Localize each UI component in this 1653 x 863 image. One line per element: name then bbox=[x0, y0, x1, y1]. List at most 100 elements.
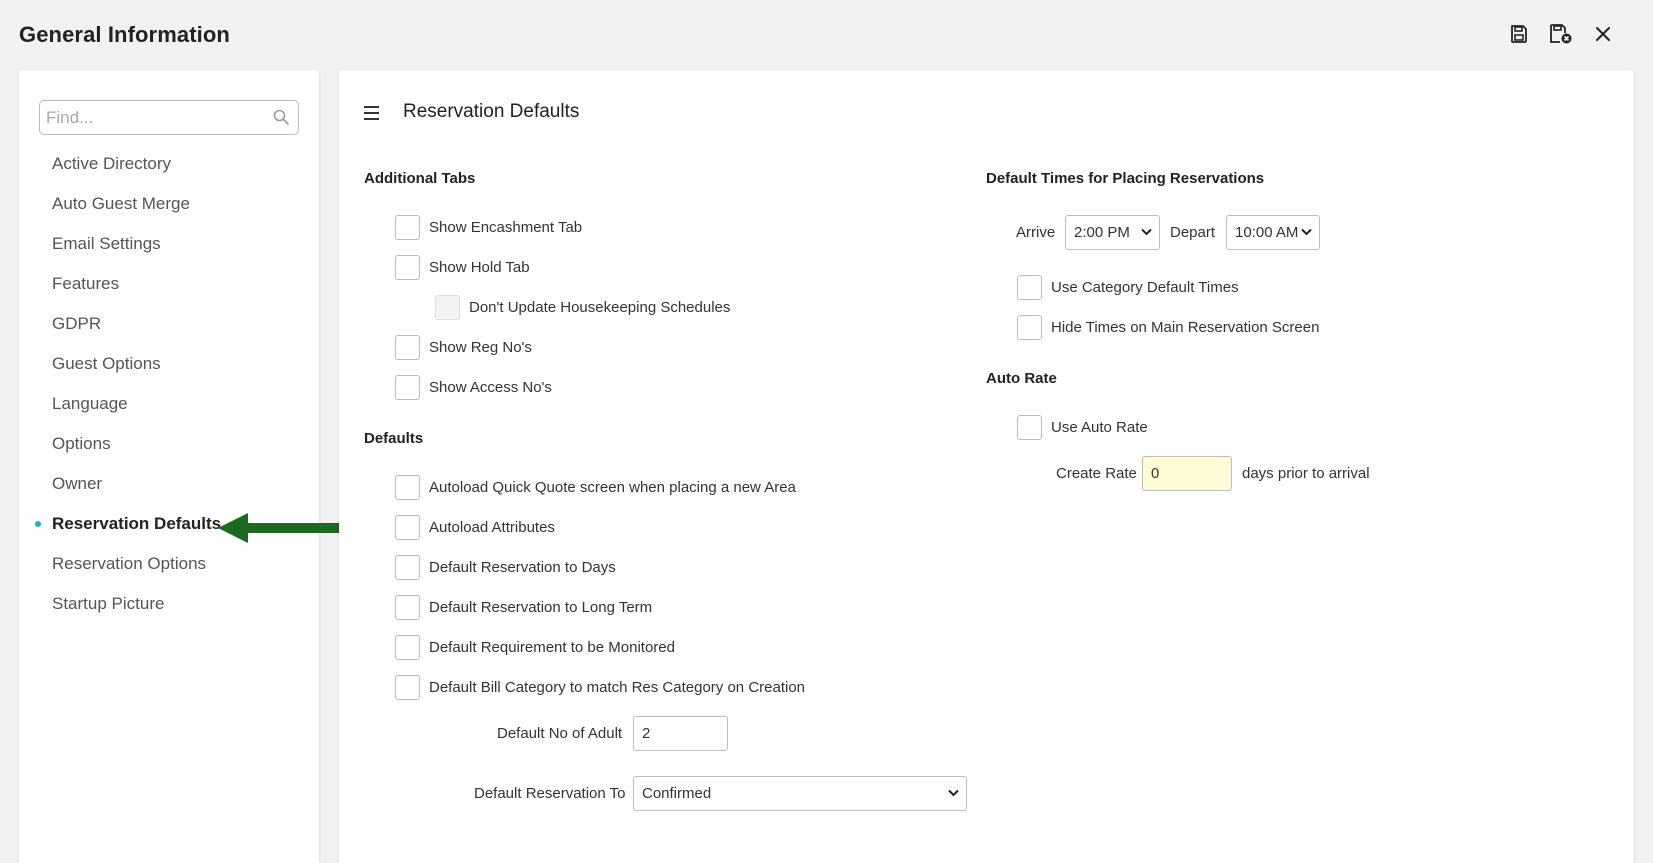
close-icon[interactable] bbox=[1591, 22, 1615, 46]
use-category-default-times-checkbox[interactable] bbox=[1017, 274, 1042, 300]
show-reg-nos-checkbox[interactable] bbox=[395, 334, 420, 360]
sidebar-item-reservation-options[interactable]: Reservation Options bbox=[19, 544, 319, 584]
defaults-heading: Defaults bbox=[364, 430, 424, 447]
hamburger-menu-icon[interactable] bbox=[364, 105, 382, 121]
sidebar-item-label: Owner bbox=[52, 474, 103, 493]
default-res-long-term-checkbox[interactable] bbox=[395, 594, 420, 620]
checkbox-label: Show Hold Tab bbox=[429, 258, 530, 276]
sidebar-item-owner[interactable]: Owner bbox=[19, 464, 319, 504]
sidebar-item-label: Auto Guest Merge bbox=[52, 194, 190, 213]
select-value: 2:00 PM bbox=[1074, 224, 1130, 241]
sidebar-item-options[interactable]: Options bbox=[19, 424, 319, 464]
days-prior-label: days prior to arrival bbox=[1242, 465, 1370, 482]
chevron-down-icon bbox=[948, 789, 959, 797]
autoload-quick-quote-checkbox[interactable] bbox=[395, 474, 420, 500]
use-category-default-times-row[interactable]: Use Category Default Times bbox=[1017, 273, 1239, 301]
sidebar-item-features[interactable]: Features bbox=[19, 264, 319, 304]
default-res-days-row[interactable]: Default Reservation to Days bbox=[395, 553, 616, 581]
checkbox-label: Use Category Default Times bbox=[1051, 278, 1239, 296]
dont-update-housekeeping-row: Don't Update Housekeeping Schedules bbox=[435, 293, 730, 321]
arrive-time-select[interactable]: 2:00 PM bbox=[1065, 215, 1160, 250]
checkbox-label: Hide Times on Main Reservation Screen bbox=[1051, 318, 1320, 336]
sidebar-item-label: Reservation Defaults bbox=[52, 514, 222, 533]
sidebar: Active Directory Auto Guest Merge Email … bbox=[19, 70, 319, 863]
default-bill-category-checkbox[interactable] bbox=[395, 674, 420, 700]
default-res-to-select[interactable]: Confirmed bbox=[633, 776, 967, 811]
show-access-nos-row[interactable]: Show Access No's bbox=[395, 373, 552, 401]
hide-times-checkbox[interactable] bbox=[1017, 314, 1042, 340]
checkbox-label: Default Reservation to Days bbox=[429, 558, 616, 576]
page-title: General Information bbox=[19, 22, 230, 47]
autoload-quick-quote-row[interactable]: Autoload Quick Quote screen when placing… bbox=[395, 473, 796, 501]
default-res-days-checkbox[interactable] bbox=[395, 554, 420, 580]
checkbox-label: Default Reservation to Long Term bbox=[429, 598, 653, 616]
sidebar-item-auto-guest-merge[interactable]: Auto Guest Merge bbox=[19, 184, 319, 224]
panel-title: Reservation Defaults bbox=[403, 101, 580, 122]
active-indicator-dot bbox=[35, 521, 41, 527]
sidebar-item-guest-options[interactable]: Guest Options bbox=[19, 344, 319, 384]
depart-label: Depart bbox=[1170, 224, 1216, 241]
hide-times-row[interactable]: Hide Times on Main Reservation Screen bbox=[1017, 313, 1319, 341]
chevron-down-icon bbox=[1301, 228, 1312, 236]
sidebar-item-label: Startup Picture bbox=[52, 594, 165, 613]
chevron-down-icon bbox=[1141, 228, 1152, 236]
use-auto-rate-checkbox[interactable] bbox=[1017, 414, 1042, 440]
window-actions bbox=[1507, 22, 1615, 46]
checkbox-label: Show Reg No's bbox=[429, 338, 532, 356]
save-close-icon[interactable] bbox=[1549, 22, 1573, 46]
checkbox-label: Use Auto Rate bbox=[1051, 418, 1148, 436]
arrive-label: Arrive bbox=[1016, 224, 1056, 241]
search-input[interactable] bbox=[40, 101, 298, 134]
use-auto-rate-row[interactable]: Use Auto Rate bbox=[1017, 413, 1148, 441]
autoload-attributes-checkbox[interactable] bbox=[395, 514, 420, 540]
show-hold-tab-row[interactable]: Show Hold Tab bbox=[395, 253, 530, 281]
sidebar-nav: Active Directory Auto Guest Merge Email … bbox=[19, 144, 319, 624]
save-icon[interactable] bbox=[1507, 22, 1531, 46]
additional-tabs-heading: Additional Tabs bbox=[364, 170, 476, 187]
checkbox-label: Show Encashment Tab bbox=[429, 218, 583, 236]
checkbox-label: Default Bill Category to match Res Categ… bbox=[429, 678, 806, 696]
checkbox-label: Autoload Quick Quote screen when placing… bbox=[429, 478, 796, 496]
checkbox-label: Default Requirement to be Monitored bbox=[429, 638, 675, 656]
sidebar-item-label: Options bbox=[52, 434, 111, 453]
auto-rate-heading: Auto Rate bbox=[986, 370, 1057, 387]
create-rate-label: Create Rate bbox=[1056, 465, 1137, 482]
sidebar-item-label: Active Directory bbox=[52, 154, 172, 173]
show-encashment-tab-checkbox[interactable] bbox=[395, 214, 420, 240]
sidebar-item-gdpr[interactable]: GDPR bbox=[19, 304, 319, 344]
sidebar-item-language[interactable]: Language bbox=[19, 384, 319, 424]
select-value: 10:00 AM bbox=[1235, 224, 1299, 241]
default-req-monitored-row[interactable]: Default Requirement to be Monitored bbox=[395, 633, 675, 661]
show-encashment-tab-row[interactable]: Show Encashment Tab bbox=[395, 213, 582, 241]
sidebar-item-label: Email Settings bbox=[52, 234, 161, 253]
default-res-to-label: Default Reservation To bbox=[474, 785, 626, 802]
sidebar-item-label: Reservation Options bbox=[52, 554, 207, 573]
default-bill-category-row[interactable]: Default Bill Category to match Res Categ… bbox=[395, 673, 805, 701]
sidebar-item-label: GDPR bbox=[52, 314, 102, 333]
checkbox-label: Autoload Attributes bbox=[429, 518, 555, 536]
checkbox-label: Show Access No's bbox=[429, 378, 552, 396]
sidebar-item-label: Features bbox=[52, 274, 120, 293]
sidebar-item-email-settings[interactable]: Email Settings bbox=[19, 224, 319, 264]
sidebar-item-active-directory[interactable]: Active Directory bbox=[19, 144, 319, 184]
search-field bbox=[39, 100, 299, 135]
main-panel: Reservation Defaults Additional Tabs Sho… bbox=[339, 70, 1634, 863]
search-icon[interactable] bbox=[273, 109, 289, 130]
create-rate-input[interactable] bbox=[1142, 456, 1232, 491]
checkbox-label: Don't Update Housekeeping Schedules bbox=[469, 298, 731, 316]
default-res-long-term-row[interactable]: Default Reservation to Long Term bbox=[395, 593, 652, 621]
sidebar-item-label: Guest Options bbox=[52, 354, 161, 373]
panel-header: Reservation Defaults bbox=[364, 101, 579, 123]
default-no-adult-input[interactable] bbox=[633, 716, 728, 751]
show-reg-nos-row[interactable]: Show Reg No's bbox=[395, 333, 532, 361]
show-hold-tab-checkbox[interactable] bbox=[395, 254, 420, 280]
sidebar-item-label: Language bbox=[52, 394, 128, 413]
default-req-monitored-checkbox[interactable] bbox=[395, 634, 420, 660]
dont-update-housekeeping-checkbox bbox=[435, 294, 460, 320]
sidebar-item-startup-picture[interactable]: Startup Picture bbox=[19, 584, 319, 624]
show-access-nos-checkbox[interactable] bbox=[395, 374, 420, 400]
autoload-attributes-row[interactable]: Autoload Attributes bbox=[395, 513, 555, 541]
default-times-heading: Default Times for Placing Reservations bbox=[986, 170, 1265, 187]
select-value: Confirmed bbox=[642, 785, 712, 802]
depart-time-select[interactable]: 10:00 AM bbox=[1226, 215, 1320, 250]
